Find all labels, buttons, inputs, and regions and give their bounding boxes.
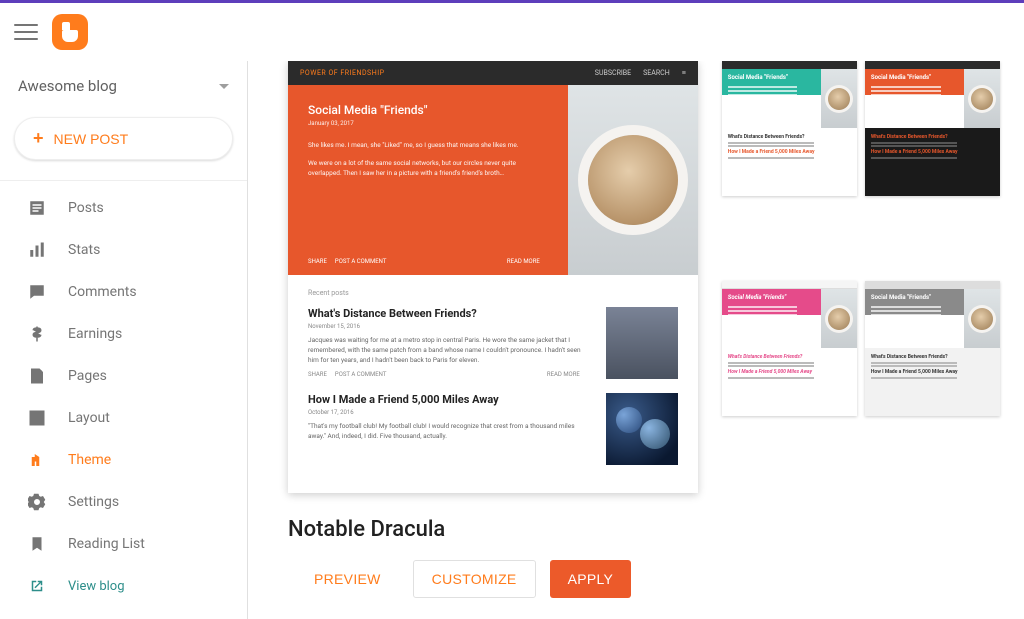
nav-posts[interactable]: Posts [0, 187, 247, 229]
theme-large-preview: POWER OF FRIENDSHIP SUBSCRIBE SEARCH ≡ S… [288, 61, 698, 493]
post-title: What's Distance Between Friends? [308, 307, 588, 320]
nav-label: Pages [68, 368, 107, 384]
blog-name: Awesome blog [18, 77, 117, 95]
share-label: SHARE [308, 258, 327, 265]
pages-icon [28, 367, 46, 385]
comments-icon [28, 283, 46, 301]
hero-excerpt-1: She likes me. I mean, she "Liked" me, so… [308, 141, 548, 151]
nav-view-blog[interactable]: View blog [0, 565, 247, 607]
nav-label: Stats [68, 242, 100, 258]
thumb-title: Social Media "Friends" [728, 294, 815, 301]
post-image-globes [606, 393, 678, 465]
post-excerpt: Jacques was waiting for me at a metro st… [308, 336, 588, 365]
readmore-label: READ MORE [507, 258, 540, 265]
thumb-post: How I Made a Friend 5,000 Miles Away [871, 369, 994, 375]
hamburger-menu-icon[interactable] [14, 20, 38, 44]
blogger-logo-icon[interactable] [52, 14, 88, 50]
preview-header: POWER OF FRIENDSHIP SUBSCRIBE SEARCH ≡ [288, 61, 698, 85]
new-post-button[interactable]: + NEW POST [14, 117, 233, 160]
blog-selector[interactable]: Awesome blog [0, 67, 247, 109]
preview-post-1: What's Distance Between Friends? Novembe… [308, 307, 678, 379]
preview-button[interactable]: PREVIEW [296, 560, 399, 598]
stats-icon [28, 241, 46, 259]
thumb-post: What's Distance Between Friends? [871, 134, 994, 140]
nav-label: View blog [68, 579, 125, 594]
apply-button[interactable]: APPLY [550, 560, 632, 598]
coffee-cup-image [588, 135, 678, 225]
theme-title: Notable Dracula [288, 517, 1000, 542]
posts-icon [28, 199, 46, 217]
open-external-icon [28, 577, 46, 595]
thumb-title: Social Media "Friends" [728, 74, 815, 81]
gear-icon [28, 493, 46, 511]
nav-earnings[interactable]: Earnings [0, 313, 247, 355]
bookmark-icon [28, 535, 46, 553]
nav-reading-list[interactable]: Reading List [0, 523, 247, 565]
theme-icon [28, 451, 46, 469]
thumb-post: What's Distance Between Friends? [728, 134, 851, 140]
customize-button[interactable]: CUSTOMIZE [413, 560, 536, 598]
nav-settings[interactable]: Settings [0, 481, 247, 523]
preview-post-2: How I Made a Friend 5,000 Miles Away Oct… [308, 393, 678, 465]
comment-label: POST A COMMENT [335, 371, 387, 378]
thumb-post: How I Made a Friend 5,000 Miles Away [728, 369, 851, 375]
nav-label: Earnings [68, 326, 122, 342]
nav-theme[interactable]: Theme [0, 439, 247, 481]
share-label: SHARE [308, 371, 327, 378]
variant-pink[interactable]: Social Media "Friends" What's Distance B… [722, 281, 857, 416]
earnings-icon [28, 325, 46, 343]
post-image-paris [606, 307, 678, 379]
thumb-post: What's Distance Between Friends? [728, 354, 851, 360]
theme-actions: PREVIEW CUSTOMIZE APPLY [288, 560, 1000, 598]
preview-brand: POWER OF FRIENDSHIP [300, 69, 385, 77]
post-date: November 15, 2016 [308, 323, 588, 330]
divider [0, 180, 247, 181]
variant-teal[interactable]: Social Media "Friends" What's Distance B… [722, 61, 857, 196]
nav-label: Settings [68, 494, 119, 510]
preview-search: SEARCH [643, 69, 670, 77]
variant-dark[interactable]: Social Media "Friends" What's Distance B… [865, 61, 1000, 196]
variant-grey[interactable]: Social Media "Friends" What's Distance B… [865, 281, 1000, 416]
thumb-post: What's Distance Between Friends? [871, 354, 994, 360]
nav-label: Layout [68, 410, 110, 426]
topbar [0, 3, 1024, 61]
recent-posts-label: Recent posts [308, 289, 678, 297]
hero-date: January 03, 2017 [308, 120, 548, 127]
theme-variant-thumbnails: Social Media "Friends" What's Distance B… [722, 61, 1000, 493]
comment-label: POST A COMMENT [335, 258, 387, 265]
nav-stats[interactable]: Stats [0, 229, 247, 271]
thumb-post: How I Made a Friend 5,000 Miles Away [871, 149, 994, 155]
hero-excerpt-2: We were on a lot of the same social netw… [308, 159, 548, 179]
thumb-post: How I Made a Friend 5,000 Miles Away [728, 149, 851, 155]
preview-menu-icon: ≡ [682, 69, 686, 77]
readmore-label: READ MORE [547, 371, 580, 378]
nav-label: Reading List [68, 536, 145, 552]
plus-icon: + [33, 128, 44, 149]
post-title: How I Made a Friend 5,000 Miles Away [308, 393, 588, 406]
post-excerpt: "That's my football club! My football cl… [308, 422, 588, 442]
preview-subscribe: SUBSCRIBE [595, 69, 631, 77]
sidebar: Awesome blog + NEW POST Posts Stats Comm… [0, 61, 248, 619]
post-date: October 17, 2016 [308, 409, 588, 416]
thumb-title: Social Media "Friends" [871, 74, 958, 81]
nav-comments[interactable]: Comments [0, 271, 247, 313]
sidebar-nav: Posts Stats Comments Earnings Pages Layo… [0, 187, 247, 607]
hero-title: Social Media "Friends" [308, 103, 548, 117]
nav-label: Theme [68, 452, 111, 468]
chevron-down-icon [219, 84, 229, 89]
thumb-title: Social Media "Friends" [871, 294, 958, 301]
new-post-label: NEW POST [54, 131, 129, 147]
nav-label: Comments [68, 284, 137, 300]
layout-icon [28, 409, 46, 427]
preview-hero: Social Media "Friends" January 03, 2017 … [288, 85, 698, 275]
nav-pages[interactable]: Pages [0, 355, 247, 397]
hero-meta: SHARE POST A COMMENT READ MORE [308, 258, 548, 265]
main-content: POWER OF FRIENDSHIP SUBSCRIBE SEARCH ≡ S… [248, 61, 1024, 619]
nav-label: Posts [68, 200, 104, 216]
nav-layout[interactable]: Layout [0, 397, 247, 439]
